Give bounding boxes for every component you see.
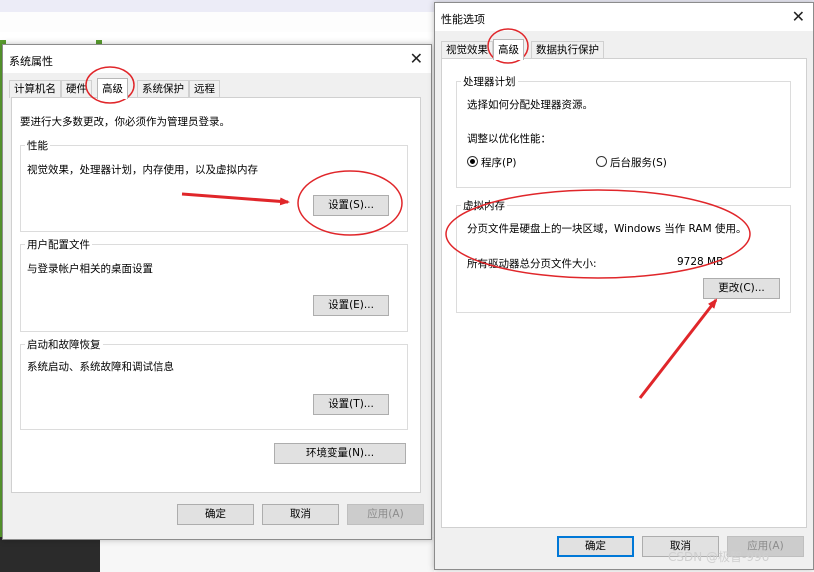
- performance-title: 性能: [25, 138, 50, 153]
- user-profiles-desc: 与登录帐户相关的桌面设置: [27, 263, 153, 275]
- tab-dep[interactable]: 数据执行保护: [531, 41, 604, 59]
- tab-remote[interactable]: 远程: [189, 80, 220, 98]
- startup-recovery-desc: 系统启动、系统故障和调试信息: [27, 361, 174, 373]
- startup-recovery-title: 启动和故障恢复: [25, 337, 103, 352]
- user-profiles-title: 用户配置文件: [25, 237, 92, 252]
- background-services-label[interactable]: 后台服务(S): [610, 155, 667, 170]
- user-profiles-group: 用户配置文件 与登录帐户相关的桌面设置 设置(E)...: [20, 237, 408, 332]
- close-icon[interactable]: ✕: [792, 7, 805, 26]
- advanced-tab-panel: 要进行大多数更改，你必须作为管理员登录。 性能 视觉效果，处理器计划，内存使用，…: [11, 97, 421, 493]
- virtual-memory-desc: 分页文件是硬盘上的一块区域，Windows 当作 RAM 使用。: [467, 223, 747, 235]
- tab-system-protection[interactable]: 系统保护: [137, 80, 189, 98]
- processor-scheduling-group: 处理器计划 选择如何分配处理器资源。 调整以优化性能： 程序(P) 后台服务(S…: [456, 74, 791, 188]
- background-strip: [0, 12, 434, 32]
- tab-visual-effects[interactable]: 视觉效果: [441, 41, 493, 59]
- ok-button[interactable]: 确定: [557, 536, 634, 557]
- dialog-title: 性能选项: [441, 13, 485, 26]
- total-paging-value: 9728 MB: [677, 256, 724, 268]
- admin-note: 要进行大多数更改，你必须作为管理员登录。: [20, 116, 230, 128]
- environment-variables-button[interactable]: 环境变量(N)...: [274, 443, 406, 464]
- advanced-tab-panel: 处理器计划 选择如何分配处理器资源。 调整以优化性能： 程序(P) 后台服务(S…: [441, 58, 807, 528]
- virtual-memory-group: 虚拟内存 分页文件是硬盘上的一块区域，Windows 当作 RAM 使用。 所有…: [456, 198, 791, 313]
- startup-recovery-settings-button[interactable]: 设置(T)...: [313, 394, 389, 415]
- performance-desc: 视觉效果，处理器计划，内存使用，以及虚拟内存: [27, 164, 258, 176]
- startup-recovery-group: 启动和故障恢复 系统启动、系统故障和调试信息 设置(T)...: [20, 337, 408, 430]
- titlebar: 系统属性 ✕: [3, 45, 431, 73]
- close-icon[interactable]: ✕: [410, 49, 423, 68]
- tab-advanced[interactable]: 高级: [493, 39, 524, 60]
- cancel-button[interactable]: 取消: [262, 504, 339, 525]
- programs-label[interactable]: 程序(P): [481, 155, 517, 170]
- dialog-title: 系统属性: [9, 55, 53, 68]
- performance-settings-button[interactable]: 设置(S)...: [313, 195, 389, 216]
- system-properties-dialog: 系统属性 ✕ 计算机名 硬件 高级 系统保护 远程 要进行大多数更改，你必须作为…: [2, 44, 432, 540]
- processor-scheduling-title: 处理器计划: [461, 74, 518, 89]
- programs-radio[interactable]: [467, 156, 478, 167]
- background-area: [0, 537, 100, 572]
- processor-scheduling-desc: 选择如何分配处理器资源。: [467, 99, 593, 111]
- tab-bar: 视觉效果 高级 数据执行保护: [441, 39, 811, 60]
- tab-advanced[interactable]: 高级: [97, 78, 128, 99]
- change-button[interactable]: 更改(C)...: [703, 278, 780, 299]
- performance-group: 性能 视觉效果，处理器计划，内存使用，以及虚拟内存 设置(S)...: [20, 138, 408, 232]
- titlebar: 性能选项 ✕: [435, 3, 813, 31]
- virtual-memory-title: 虚拟内存: [461, 198, 507, 213]
- apply-button[interactable]: 应用(A): [347, 504, 424, 525]
- watermark: CSDN @极智-996: [668, 550, 770, 564]
- total-paging-label: 所有驱动器总分页文件大小:: [467, 258, 597, 270]
- background-services-radio[interactable]: [596, 156, 607, 167]
- performance-options-dialog: 性能选项 ✕ 视觉效果 高级 数据执行保护 处理器计划 选择如何分配处理器资源。…: [434, 2, 814, 570]
- tab-bar: 计算机名 硬件 高级 系统保护 远程: [9, 78, 429, 99]
- user-profiles-settings-button[interactable]: 设置(E)...: [313, 295, 389, 316]
- adjust-label: 调整以优化性能：: [467, 133, 551, 145]
- tab-hardware[interactable]: 硬件: [61, 80, 92, 98]
- tab-computer-name[interactable]: 计算机名: [9, 80, 61, 98]
- ok-button[interactable]: 确定: [177, 504, 254, 525]
